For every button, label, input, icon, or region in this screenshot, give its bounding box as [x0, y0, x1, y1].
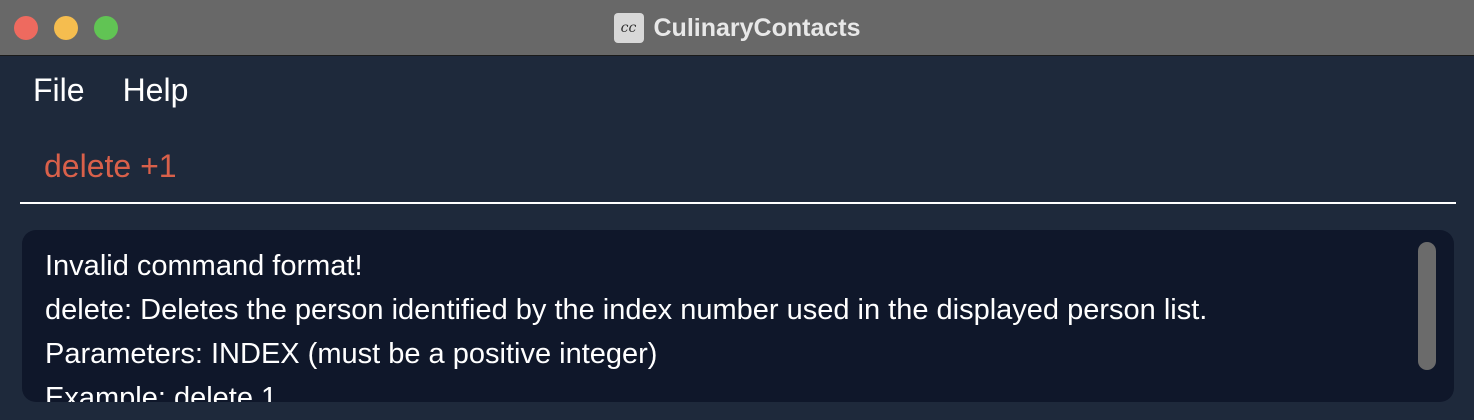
result-scrollbar[interactable] [1418, 242, 1436, 370]
title-bar[interactable]: cc CulinaryContacts [0, 0, 1474, 56]
command-box [20, 130, 1456, 204]
result-display[interactable]: Invalid command format! delete: Deletes … [22, 230, 1454, 402]
window-title: CulinaryContacts [653, 13, 861, 42]
result-line-usage: delete: Deletes the person identified by… [45, 294, 1208, 326]
menu-help[interactable]: Help [123, 72, 189, 109]
result-line-example: Example: delete 1 [45, 382, 278, 402]
menu-file[interactable]: File [33, 72, 85, 109]
result-text: Invalid command format! delete: Deletes … [45, 244, 1414, 402]
title-group: cc CulinaryContacts [0, 0, 1474, 56]
menu-bar: File Help [0, 57, 1474, 123]
command-input[interactable] [44, 148, 1424, 185]
app-icon-glyph: cc [620, 20, 637, 36]
app-icon: cc [613, 13, 644, 43]
result-line-error: Invalid command format! [45, 250, 363, 282]
result-line-parameters: Parameters: INDEX (must be a positive in… [45, 338, 658, 370]
app-window: cc CulinaryContacts File Help Invalid co… [0, 0, 1474, 420]
